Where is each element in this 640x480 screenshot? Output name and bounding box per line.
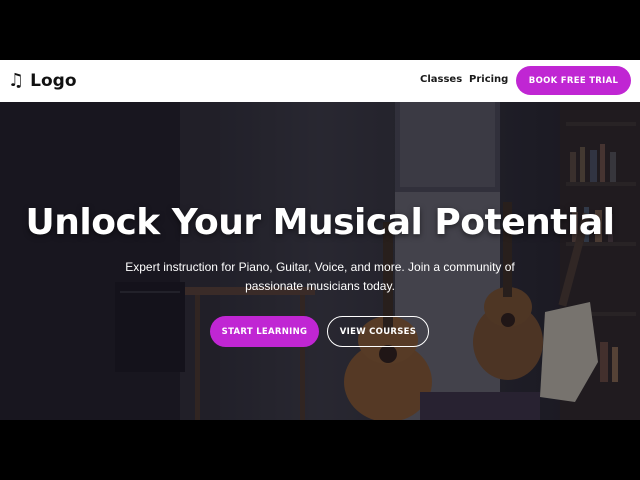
hero-subtitle: Expert instruction for Piano, Guitar, Vo… bbox=[125, 260, 515, 293]
start-learning-button[interactable]: START LEARNING bbox=[210, 316, 319, 347]
music-note-icon: ♫ bbox=[8, 70, 25, 91]
book-free-trial-button[interactable]: BOOK FREE TRIAL bbox=[516, 66, 631, 95]
nav-link-pricing[interactable]: Pricing bbox=[469, 74, 508, 85]
letterbox-bottom bbox=[0, 420, 640, 480]
hero-section: Unlock Your Musical Potential Expert ins… bbox=[0, 102, 640, 420]
letterbox-top bbox=[0, 0, 640, 60]
nav-link-classes[interactable]: Classes bbox=[420, 74, 462, 85]
logo[interactable]: ♫ Logo bbox=[8, 69, 77, 93]
navbar: ♫ Logo Classes Pricing BOOK FREE TRIAL bbox=[0, 60, 640, 102]
logo-text: Logo bbox=[30, 71, 77, 91]
hero-title: Unlock Your Musical Potential bbox=[25, 202, 615, 243]
view-courses-button[interactable]: VIEW COURSES bbox=[327, 316, 429, 347]
